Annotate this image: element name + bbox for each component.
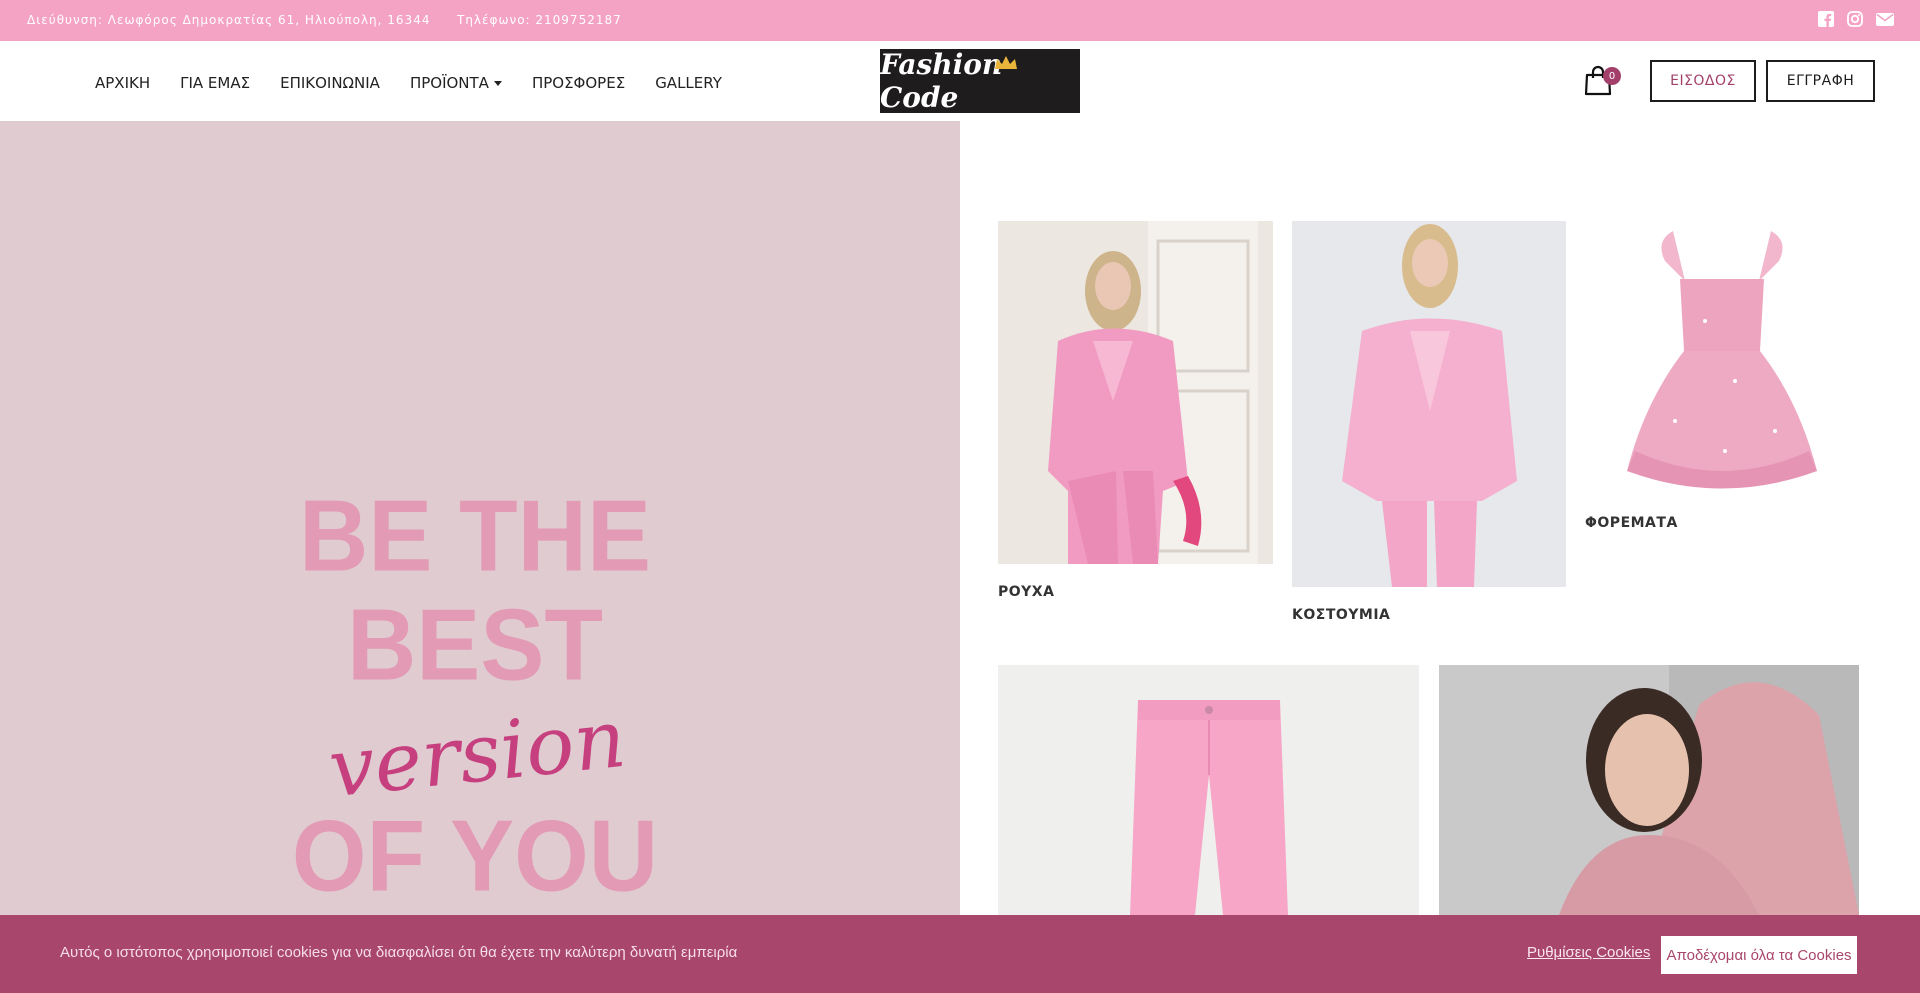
mail-icon[interactable] bbox=[1876, 11, 1894, 29]
nav-item-products-label: ΠΡΟΪΟΝΤΑ bbox=[409, 74, 489, 92]
category-dresses[interactable]: ΦΟΡΕΜΑΤΑ bbox=[1585, 221, 1859, 541]
site-logo[interactable]: Fashion Code bbox=[880, 48, 1080, 114]
nav-item-products[interactable]: ΠΡΟΪΟΝΤΑ bbox=[410, 74, 502, 92]
cookie-settings-link[interactable]: Ρυθμίσεις Cookies bbox=[1527, 944, 1650, 961]
hero-banner: BE THE BEST version OF YOU bbox=[0, 121, 960, 993]
category-pants-image[interactable] bbox=[998, 665, 1419, 915]
category-clothes[interactable]: ΡΟΥΧΑ bbox=[998, 221, 1273, 611]
main-menu: ΑΡΧΙΚΗ ΓΙΑ ΕΜΑΣ ΕΠΙΚΟΙΝΩΝΙΑ ΠΡΟΪΟΝΤΑ ΠΡΟ… bbox=[95, 74, 722, 92]
hero-line-1: BE THE bbox=[299, 479, 651, 592]
category-pants[interactable] bbox=[998, 665, 1419, 915]
nav-item-contact[interactable]: ΕΠΙΚΟΙΝΩΝΙΑ bbox=[280, 74, 380, 92]
category-clothes-image[interactable] bbox=[998, 221, 1273, 564]
category-dresses-image[interactable] bbox=[1585, 221, 1859, 497]
nav-item-gallery[interactable]: GALLERY bbox=[655, 74, 722, 92]
category-suits-image[interactable] bbox=[1292, 221, 1566, 587]
facebook-icon[interactable] bbox=[1818, 11, 1836, 29]
category-suits[interactable]: ΚΟΣΤΟΥΜΙΑ bbox=[1292, 221, 1566, 631]
category-hoodies[interactable] bbox=[1439, 665, 1859, 915]
cookie-message: Αυτός ο ιστότοπος χρησιμοποιεί cookies γ… bbox=[60, 944, 738, 961]
category-clothes-label[interactable]: ΡΟΥΧΑ bbox=[998, 584, 1054, 600]
category-hoodies-image[interactable] bbox=[1439, 665, 1859, 915]
login-button[interactable]: ΕΙΣΟΔΟΣ bbox=[1650, 60, 1756, 102]
address-text: Διεύθυνση: Λεωφόρος Δημοκρατίας 61, Ηλιο… bbox=[27, 13, 431, 27]
accept-cookies-button[interactable]: Αποδέχομαι όλα τα Cookies bbox=[1661, 936, 1857, 974]
social-links bbox=[1818, 11, 1894, 29]
nav-item-home[interactable]: ΑΡΧΙΚΗ bbox=[95, 74, 150, 92]
hero-line-2: BEST bbox=[347, 588, 603, 701]
hero-line-3: version bbox=[325, 692, 630, 816]
register-button[interactable]: ΕΓΓΡΑΦΗ bbox=[1766, 60, 1875, 102]
category-suits-label[interactable]: ΚΟΣΤΟΥΜΙΑ bbox=[1292, 607, 1390, 623]
category-dresses-label[interactable]: ΦΟΡΕΜΑΤΑ bbox=[1585, 515, 1678, 531]
instagram-icon[interactable] bbox=[1847, 11, 1865, 29]
cart-count-badge: 0 bbox=[1603, 67, 1621, 85]
nav-item-offers[interactable]: ΠΡΟΣΦΟΡΕΣ bbox=[532, 74, 625, 92]
crown-icon bbox=[995, 56, 1017, 69]
top-bar: Διεύθυνση: Λεωφόρος Δημοκρατίας 61, Ηλιο… bbox=[0, 0, 1920, 41]
caret-down-icon bbox=[493, 81, 502, 86]
hero-line-4: OF YOU bbox=[292, 800, 658, 913]
hero-graphic: BE THE BEST version OF YOU bbox=[292, 479, 658, 913]
phone-text: Τηλέφωνο: 2109752187 bbox=[457, 13, 622, 27]
cookie-banner: Αυτός ο ιστότοπος χρησιμοποιεί cookies γ… bbox=[0, 915, 1920, 993]
nav-item-about[interactable]: ΓΙΑ ΕΜΑΣ bbox=[180, 74, 250, 92]
logo-text: Fashion Code bbox=[880, 48, 1003, 114]
